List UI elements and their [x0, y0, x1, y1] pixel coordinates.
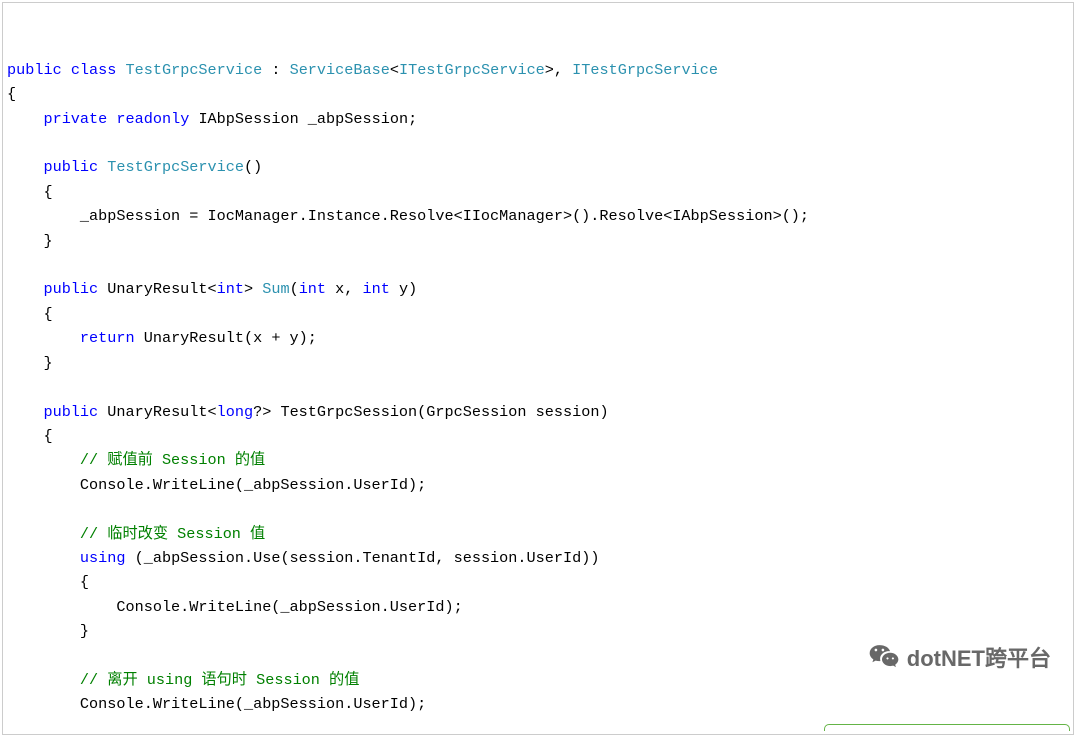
code-line: Console.WriteLine(_abpSession.UserId);	[7, 473, 1069, 497]
code-line: private readonly IAbpSession _abpSession…	[7, 107, 1069, 131]
code-line	[7, 375, 1069, 399]
watermark: dotNET跨平台	[832, 619, 1051, 699]
code-line: {	[7, 302, 1069, 326]
code-line: {	[7, 570, 1069, 594]
code-line: public class TestGrpcService : ServiceBa…	[7, 58, 1069, 82]
code-line: using (_abpSession.Use(session.TenantId,…	[7, 546, 1069, 570]
code-line: {	[7, 424, 1069, 448]
corner-decoration	[824, 724, 1070, 731]
code-line: public TestGrpcService()	[7, 155, 1069, 179]
code-block: public class TestGrpcService : ServiceBa…	[2, 2, 1074, 735]
code-line	[7, 131, 1069, 155]
watermark-text: dotNET跨平台	[907, 647, 1051, 671]
code-line: {	[7, 180, 1069, 204]
code-line: _abpSession = IocManager.Instance.Resolv…	[7, 204, 1069, 228]
code-line	[7, 497, 1069, 521]
code-line: // 临时改变 Session 值	[7, 522, 1069, 546]
code-line: // 赋值前 Session 的值	[7, 448, 1069, 472]
code-line: }	[7, 351, 1069, 375]
code-line: Console.WriteLine(_abpSession.UserId);	[7, 595, 1069, 619]
wechat-icon	[832, 619, 899, 699]
code-line: }	[7, 229, 1069, 253]
code-line: public UnaryResult<int> Sum(int x, int y…	[7, 277, 1069, 301]
code-line: public UnaryResult<long?> TestGrpcSessio…	[7, 400, 1069, 424]
code-line	[7, 253, 1069, 277]
code-line: return UnaryResult(x + y);	[7, 326, 1069, 350]
code-line: {	[7, 82, 1069, 106]
